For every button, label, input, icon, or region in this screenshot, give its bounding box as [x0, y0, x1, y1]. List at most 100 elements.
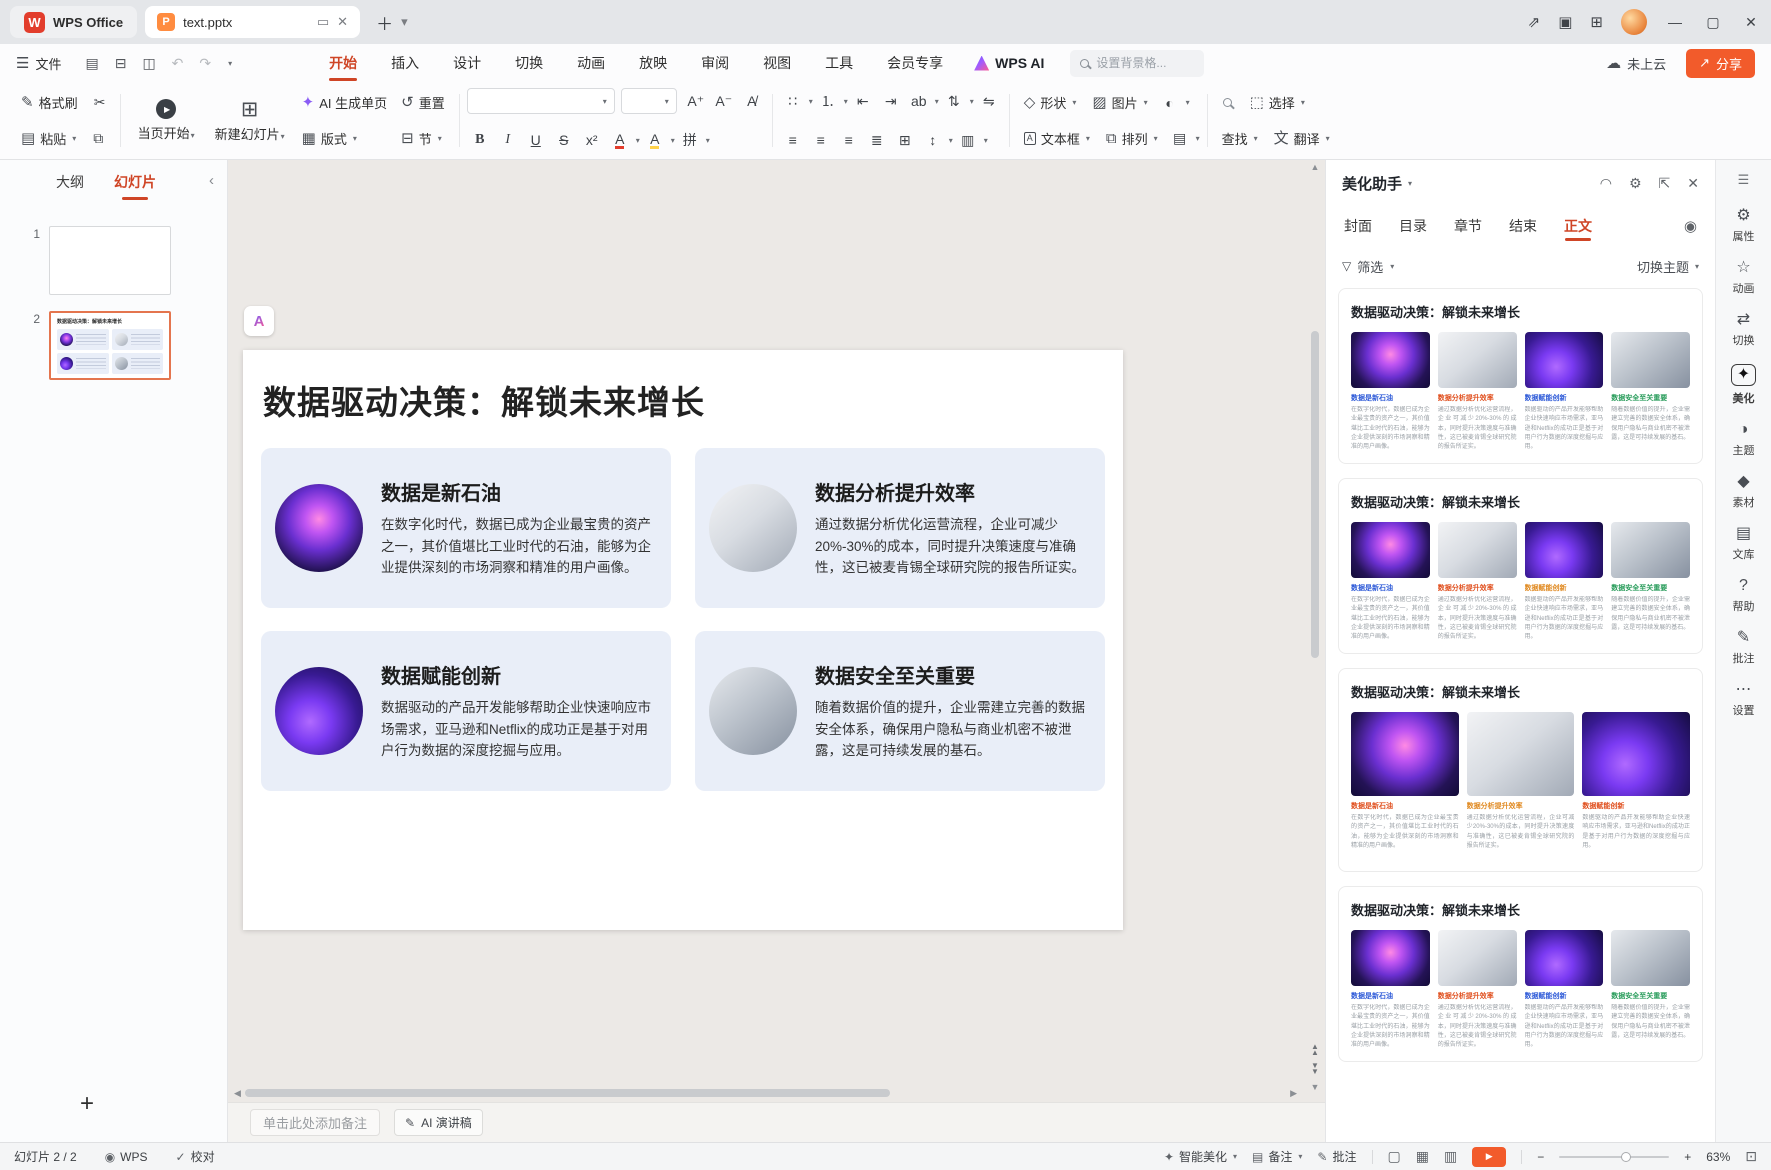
beautify-tab-封面[interactable]: 封面 — [1344, 206, 1372, 246]
pin-icon[interactable]: ⇱ — [1659, 175, 1671, 192]
wps-ai-float-button[interactable]: A — [244, 306, 274, 336]
superscript-icon[interactable]: x² — [579, 127, 605, 153]
menu-tab-插入[interactable]: 插入 — [374, 44, 436, 82]
beautify-tab-章节[interactable]: 章节 — [1454, 206, 1482, 246]
find-icon[interactable] — [1215, 90, 1241, 116]
format-painter-button[interactable]: ✎ 格式刷 — [14, 88, 85, 117]
windows-stack-icon[interactable]: ▣ — [1558, 13, 1572, 31]
zoom-level[interactable]: 63% — [1706, 1150, 1730, 1164]
sidebar-item-animation[interactable]: ☆ 动画 — [1716, 252, 1771, 304]
menu-tab-视图[interactable]: 视图 — [746, 44, 808, 82]
section-button[interactable]: ⊟ 节 ▾ — [394, 124, 452, 153]
scroll-down-icon[interactable]: ▼ — [1311, 1082, 1320, 1096]
add-slide-button[interactable]: + — [80, 1092, 94, 1116]
sync-icon[interactable]: ⇗ — [1528, 13, 1541, 31]
beautify-tab-正文[interactable]: 正文 — [1564, 206, 1592, 246]
cloud-status[interactable]: ☁ 未上云 — [1606, 54, 1666, 73]
notes-toggle-button[interactable]: ▤ 备注 ▾ — [1252, 1148, 1302, 1165]
scroll-right-icon[interactable]: ▶ — [1290, 1088, 1297, 1099]
scrollbar-thumb[interactable] — [244, 1089, 891, 1097]
file-menu-button[interactable]: ☰ 文件 — [16, 54, 61, 73]
new-tab-button[interactable]: ＋ — [376, 10, 393, 35]
scroll-left-icon[interactable]: ◀ — [234, 1088, 241, 1099]
tab-list-chevron-icon[interactable]: ▾ — [401, 14, 408, 30]
close-button[interactable]: ✕ — [1741, 14, 1761, 31]
normal-view-icon[interactable]: ▢ — [1388, 1148, 1401, 1165]
sidebar-item-beautify[interactable]: ✦ 美化 — [1716, 356, 1771, 414]
picture-button[interactable]: ▨ 图片 ▾ — [1085, 88, 1154, 117]
align-center-icon[interactable]: ≡ — [808, 127, 834, 153]
arrange-button[interactable]: ⧉ 排列 ▾ — [1099, 124, 1165, 153]
close-tab-icon[interactable]: ✕ — [337, 14, 348, 30]
ai-generate-page-button[interactable]: ✦ AI 生成单页 — [295, 88, 394, 117]
phonetic-guide-icon[interactable]: 拼 — [677, 127, 703, 153]
slide-card[interactable]: 数据赋能创新 数据驱动的产品开发能够帮助企业快速响应市场需求，亚马逊和Netfli… — [261, 631, 671, 791]
copy-icon[interactable]: ⧉ — [85, 126, 111, 152]
gear-icon[interactable]: ⚙ — [1629, 175, 1642, 192]
find-button[interactable]: 查找 ▾ — [1215, 124, 1265, 153]
theme-card-1[interactable]: 数据驱动决策：解锁未来增长 数据是新石油 在数字化时代，数据已成为企业最宝贵的资产之… — [1338, 288, 1703, 464]
share-button[interactable]: ↗ 分享 — [1686, 48, 1755, 78]
sidebar-item-transition[interactable]: ⇄ 切换 — [1716, 304, 1771, 356]
sidebar-item-library[interactable]: ▤ 文库 — [1716, 518, 1771, 570]
wps-ai-tab[interactable]: WPS AI — [974, 55, 1044, 71]
panel-tab-大纲[interactable]: 大纲 — [56, 160, 84, 204]
font-size-select[interactable]: ▾ — [620, 88, 677, 114]
close-panel-icon[interactable]: ✕ — [1687, 175, 1699, 192]
text-direction-icon[interactable]: ⇅ — [941, 88, 967, 114]
vertical-scrollbar[interactable]: ▲ ▲ ▲ ▼ ▼ ▼ — [1308, 162, 1322, 1098]
undo-icon[interactable]: ↶ — [172, 55, 184, 72]
align-right-icon[interactable]: ≡ — [836, 127, 862, 153]
slide-card[interactable]: 数据安全至关重要 随着数据价值的提升，企业需建立完善的数据安全体系，确保用户隐私与… — [695, 631, 1105, 791]
textbox-button[interactable]: A 文本框 ▾ — [1017, 124, 1097, 153]
zoom-in-button[interactable]: + — [1684, 1150, 1691, 1164]
increase-indent-icon[interactable]: ⇥ — [878, 88, 904, 114]
maximize-button[interactable]: ▢ — [1703, 14, 1723, 31]
menu-tab-审阅[interactable]: 审阅 — [684, 44, 746, 82]
play-from-page-button[interactable]: ▶ 当页开始▾ — [128, 88, 205, 153]
highlight-color-icon[interactable]: A — [642, 127, 668, 153]
strikethrough-icon[interactable]: S — [551, 127, 577, 153]
support-headset-icon[interactable]: ◠ — [1600, 175, 1612, 192]
menu-tab-动画[interactable]: 动画 — [560, 44, 622, 82]
justify-icon[interactable]: ≣ — [864, 127, 890, 153]
sidebar-item-assets[interactable]: ◆ 素材 — [1716, 466, 1771, 518]
bullet-list-icon[interactable]: ∷ — [780, 88, 806, 114]
slide-thumbnail-2[interactable]: 数据驱动决策：解锁未来增长 — [49, 311, 171, 380]
numbered-list-icon[interactable]: ⒈ — [815, 88, 841, 114]
sidebar-item-theme[interactable]: ◑ 主题 — [1716, 414, 1771, 466]
theme-card-4[interactable]: 数据驱动决策：解锁未来增长 数据是新石油 在数字化时代，数据已成为企业最宝贵的资产之… — [1338, 886, 1703, 1062]
menu-tab-会员专享[interactable]: 会员专享 — [870, 44, 960, 82]
more-chevron-icon[interactable]: ▾ — [228, 59, 232, 68]
select-button[interactable]: ⬚ 选择 ▾ — [1243, 88, 1312, 117]
print-preview-icon[interactable]: ◫ — [142, 55, 155, 72]
slide-card[interactable]: 数据分析提升效率 通过数据分析优化运营流程，企业可减少20%-30%的成本，同时提… — [695, 448, 1105, 608]
theme-card-2[interactable]: 数据驱动决策：解锁未来增长 数据是新石油 在数字化时代，数据已成为企业最宝贵的资产之… — [1338, 478, 1703, 654]
beautify-tab-结束[interactable]: 结束 — [1509, 206, 1537, 246]
slide-sorter-view-icon[interactable]: ▦ — [1416, 1148, 1429, 1165]
sidebar-item-properties[interactable]: ⚙ 属性 — [1716, 200, 1771, 252]
character-spacing-icon[interactable]: ab — [906, 88, 932, 114]
collapse-panel-icon[interactable]: ‹ — [209, 172, 214, 189]
align-left-icon[interactable]: ≡ — [780, 127, 806, 153]
line-spacing-icon[interactable]: ↕ — [920, 127, 946, 153]
chevron-down-icon[interactable]: ▾ — [1408, 179, 1412, 188]
comments-button[interactable]: ✎ 批注 — [1317, 1148, 1356, 1165]
menu-tab-工具[interactable]: 工具 — [808, 44, 870, 82]
slide-card[interactable]: 数据是新石油 在数字化时代，数据已成为企业最宝贵的资产之一，其价值堪比工业时代的石… — [261, 448, 671, 608]
slide-editor[interactable]: 数据驱动决策：解锁未来增长 数据是新石油 在数字化时代，数据已成为企业最宝贵的资产… — [243, 350, 1123, 930]
theme-card-3[interactable]: 数据驱动决策：解锁未来增长 数据是新石油 在数字化时代，数据已成为企业最宝贵的资产之… — [1338, 668, 1703, 872]
italic-icon[interactable]: I — [495, 127, 521, 153]
switch-theme-button[interactable]: 切换主题 ▾ — [1637, 257, 1699, 276]
avatar[interactable] — [1621, 9, 1647, 35]
reading-view-icon[interactable]: ▥ — [1444, 1148, 1457, 1165]
redo-icon[interactable]: ↷ — [199, 55, 211, 72]
sidebar-item-help[interactable]: ? 帮助 — [1716, 570, 1771, 622]
underline-icon[interactable]: U — [523, 127, 549, 153]
reset-button[interactable]: ↺ 重置 — [394, 88, 452, 117]
save-icon[interactable]: ▤ — [85, 55, 98, 72]
document-tab[interactable]: P text.pptx ▭ ✕ — [145, 6, 361, 38]
menu-tab-切换[interactable]: 切换 — [498, 44, 560, 82]
decrease-indent-icon[interactable]: ⇤ — [850, 88, 876, 114]
paste-button[interactable]: ▤ 粘贴 ▾ — [14, 124, 83, 153]
